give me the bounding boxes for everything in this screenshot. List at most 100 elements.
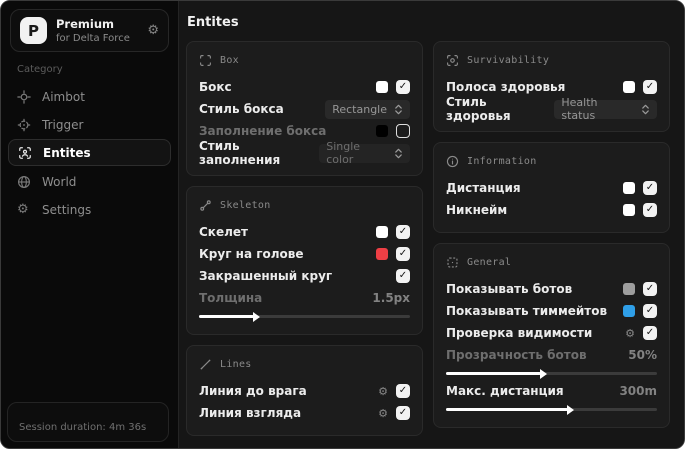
brand-subtitle: for Delta Force xyxy=(56,33,130,44)
trigger-icon xyxy=(17,118,32,132)
color-swatch[interactable] xyxy=(376,226,388,238)
panel-information: Information Дистанция ✓ Никнейм ✓ xyxy=(433,142,670,233)
setting-row-max-distance: Макс. дистанция 300m xyxy=(446,380,657,402)
checkbox[interactable]: ✓ xyxy=(643,304,657,318)
setting-label: Полоса здоровья xyxy=(446,80,566,94)
checkbox[interactable]: ✓ xyxy=(643,282,657,296)
setting-label: Дистанция xyxy=(446,181,521,195)
main-content: Entites Box Бокс ✓ Стиль бокса Rectangle… xyxy=(179,1,684,448)
globe-icon xyxy=(17,175,32,189)
info-icon xyxy=(446,155,459,168)
setting-row-visibility-check: Проверка видимости ⚙ ✓ xyxy=(446,322,657,344)
checkbox[interactable] xyxy=(396,124,410,138)
checkbox[interactable]: ✓ xyxy=(396,269,410,283)
setting-label: Толщина xyxy=(199,291,263,305)
sidebar-item-trigger[interactable]: Trigger xyxy=(1,111,178,138)
sidebar-item-world[interactable]: World xyxy=(1,168,178,195)
unfold-icon xyxy=(394,104,403,115)
setting-row-head-circle: Круг на голове ✓ xyxy=(199,243,410,265)
health-style-select[interactable]: Health status xyxy=(554,96,657,122)
color-swatch[interactable] xyxy=(376,248,388,260)
line-icon xyxy=(199,358,212,371)
brand-card: P Premium for Delta Force ⚙ xyxy=(10,9,169,52)
max-distance-slider[interactable] xyxy=(446,404,657,415)
setting-label: Бокс xyxy=(199,80,232,94)
checkbox[interactable]: ✓ xyxy=(396,80,410,94)
sidebar-item-label: Entites xyxy=(43,145,91,160)
panel-header: Box xyxy=(199,54,410,67)
setting-label: Стиль здоровья xyxy=(446,95,511,123)
checkbox[interactable]: ✓ xyxy=(643,326,657,340)
panel-general: General Показывать ботов ✓ Показывать ти… xyxy=(433,243,670,428)
setting-value: 50% xyxy=(628,348,657,362)
panel-header: Survivability xyxy=(446,54,657,67)
setting-row-bot-opacity: Прозрачность ботов 50% xyxy=(446,344,657,366)
sidebar-item-label: World xyxy=(42,174,77,189)
setting-row-nickname: Никнейм ✓ xyxy=(446,199,657,221)
panel-header: Information xyxy=(446,155,657,168)
setting-row-enemy-line: Линия до врага ⚙ ✓ xyxy=(199,380,410,402)
setting-label: Проверка видимости xyxy=(446,326,593,340)
bot-opacity-slider[interactable] xyxy=(446,368,657,379)
bot-opacity-slider-group: Прозрачность ботов 50% xyxy=(446,344,657,379)
setting-label: Никнейм xyxy=(446,203,508,217)
box-style-select[interactable]: Rectangle xyxy=(325,99,410,119)
color-swatch[interactable] xyxy=(623,204,635,216)
dashed-grid-icon xyxy=(446,256,459,269)
gear-icon[interactable]: ⚙ xyxy=(378,407,388,420)
sidebar-item-label: Settings xyxy=(42,202,92,217)
focus-icon xyxy=(446,54,459,67)
panel-survivability: Survivability Полоса здоровья ✓ Стиль зд… xyxy=(433,41,670,132)
app-logo: P xyxy=(20,17,47,44)
thickness-slider[interactable] xyxy=(199,311,410,322)
checkbox[interactable]: ✓ xyxy=(396,247,410,261)
select-value: Health status xyxy=(561,96,598,122)
checkbox[interactable]: ✓ xyxy=(643,80,657,94)
checkbox[interactable]: ✓ xyxy=(643,181,657,195)
color-swatch[interactable] xyxy=(623,182,635,194)
checkbox[interactable]: ✓ xyxy=(643,203,657,217)
slider-thumb[interactable] xyxy=(567,404,575,415)
sidebar-item-label: Aimbot xyxy=(42,89,85,104)
checkbox[interactable]: ✓ xyxy=(396,406,410,420)
setting-row-skeleton: Скелет ✓ xyxy=(199,221,410,243)
checkbox[interactable]: ✓ xyxy=(396,225,410,239)
color-swatch[interactable] xyxy=(623,283,635,295)
setting-value: 300m xyxy=(619,384,657,398)
setting-label: Показывать ботов xyxy=(446,282,573,296)
panel-skeleton: Skeleton Скелет ✓ Круг на голове ✓ Закра… xyxy=(186,186,423,335)
color-swatch[interactable] xyxy=(623,305,635,317)
panel-box: Box Бокс ✓ Стиль бокса Rectangle Заполне… xyxy=(186,41,423,176)
checkbox[interactable]: ✓ xyxy=(396,384,410,398)
thickness-slider-group: Толщина 1.5px xyxy=(199,287,410,322)
fill-style-select[interactable]: Single color xyxy=(319,140,410,166)
sidebar-item-label: Trigger xyxy=(42,117,84,132)
setting-row-show-teammates: Показывать тиммейтов ✓ xyxy=(446,300,657,322)
setting-label: Круг на голове xyxy=(199,247,304,261)
gear-icon[interactable]: ⚙ xyxy=(147,23,159,38)
slider-fill xyxy=(199,311,260,322)
setting-row-health-style: Стиль здоровья Health status xyxy=(446,95,657,123)
app-window: P Premium for Delta Force ⚙ Category Aim… xyxy=(0,0,685,449)
panel-title: Skeleton xyxy=(220,200,271,211)
setting-label: Стиль заполнения xyxy=(199,139,281,167)
color-swatch[interactable] xyxy=(376,81,388,93)
slider-thumb[interactable] xyxy=(539,368,547,379)
color-swatch[interactable] xyxy=(376,125,388,137)
unfold-icon xyxy=(394,148,403,159)
gear-icon[interactable]: ⚙ xyxy=(378,385,388,398)
slider-thumb[interactable] xyxy=(252,311,260,322)
setting-label: Прозрачность ботов xyxy=(446,348,587,362)
sidebar-item-aimbot[interactable]: Aimbot xyxy=(1,83,178,110)
sidebar-item-entites[interactable]: Entites xyxy=(8,139,171,166)
setting-row-box-style: Стиль бокса Rectangle xyxy=(199,98,410,120)
sidebar-item-settings[interactable]: ⚙ Settings xyxy=(1,196,178,223)
setting-label: Макс. дистанция xyxy=(446,384,564,398)
setting-label: Показывать тиммейтов xyxy=(446,304,608,318)
color-swatch[interactable] xyxy=(623,81,635,93)
gear-icon[interactable]: ⚙ xyxy=(625,327,635,340)
entities-icon xyxy=(18,146,33,160)
panel-lines: Lines Линия до врага ⚙ ✓ Линия взгляда ⚙ xyxy=(186,345,423,436)
right-column: Survivability Полоса здоровья ✓ Стиль зд… xyxy=(433,41,670,436)
panel-title: Lines xyxy=(220,359,252,370)
